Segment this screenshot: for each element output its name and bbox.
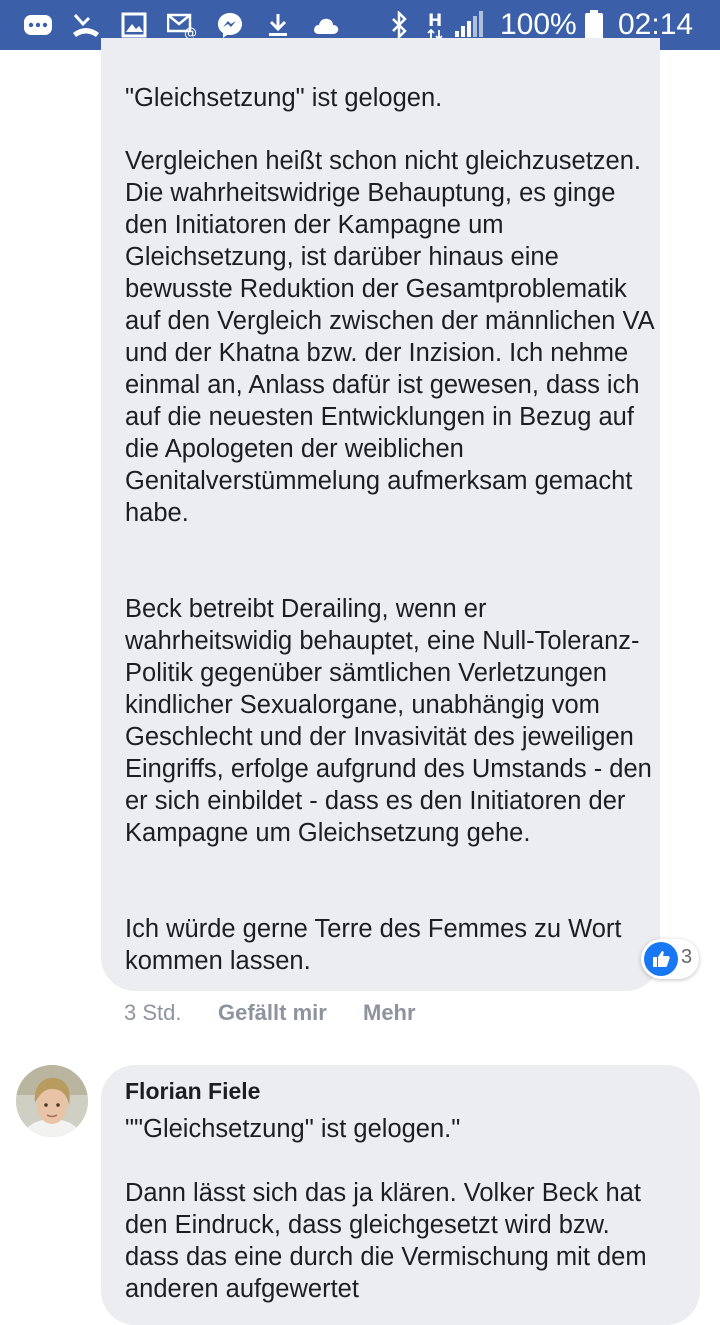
- comment-paragraph: Beck betreibt Derailing, wenn er wahrhei…: [125, 595, 652, 847]
- comment-paragraph: "Gleichsetzung" ist gelogen.: [125, 84, 443, 112]
- download-icon: [262, 9, 294, 41]
- messenger-icon: [214, 9, 246, 41]
- comment-paragraph: Dann lässt sich das ja klären. Volker Be…: [125, 1179, 647, 1303]
- comment-author[interactable]: Florian Fiele: [125, 1076, 260, 1106]
- svg-text:H: H: [428, 11, 442, 31]
- bluetooth-icon: [383, 9, 415, 41]
- chat-icon: [22, 9, 54, 41]
- cloud-icon: [310, 9, 342, 41]
- signal-icon: [452, 9, 484, 41]
- comment-paragraph: Vergleichen heißt schon nicht gleichzuse…: [125, 147, 654, 527]
- more-button[interactable]: Mehr: [363, 998, 416, 1028]
- comment-timestamp: 3 Std.: [124, 1000, 182, 1025]
- reaction-summary[interactable]: 3: [641, 939, 699, 979]
- svg-text:@: @: [184, 26, 197, 38]
- reaction-count: 3: [681, 946, 693, 968]
- image-icon: [118, 9, 150, 41]
- comment-paragraph: Ich würde gerne Terre des Femmes zu Wort…: [125, 915, 622, 975]
- battery-icon: [578, 9, 610, 41]
- email-icon: @: [166, 9, 198, 41]
- like-button[interactable]: Gefällt mir: [218, 998, 327, 1028]
- comment-paragraph: ""Gleichsetzung" ist gelogen.": [125, 1115, 461, 1143]
- thumbs-up-icon: [644, 942, 678, 976]
- missed-call-icon: [70, 9, 102, 41]
- clock: 02:14: [618, 8, 694, 41]
- avatar[interactable]: [16, 1065, 88, 1137]
- battery-percent: 100%: [500, 8, 577, 41]
- hspa-icon: H: [420, 9, 452, 41]
